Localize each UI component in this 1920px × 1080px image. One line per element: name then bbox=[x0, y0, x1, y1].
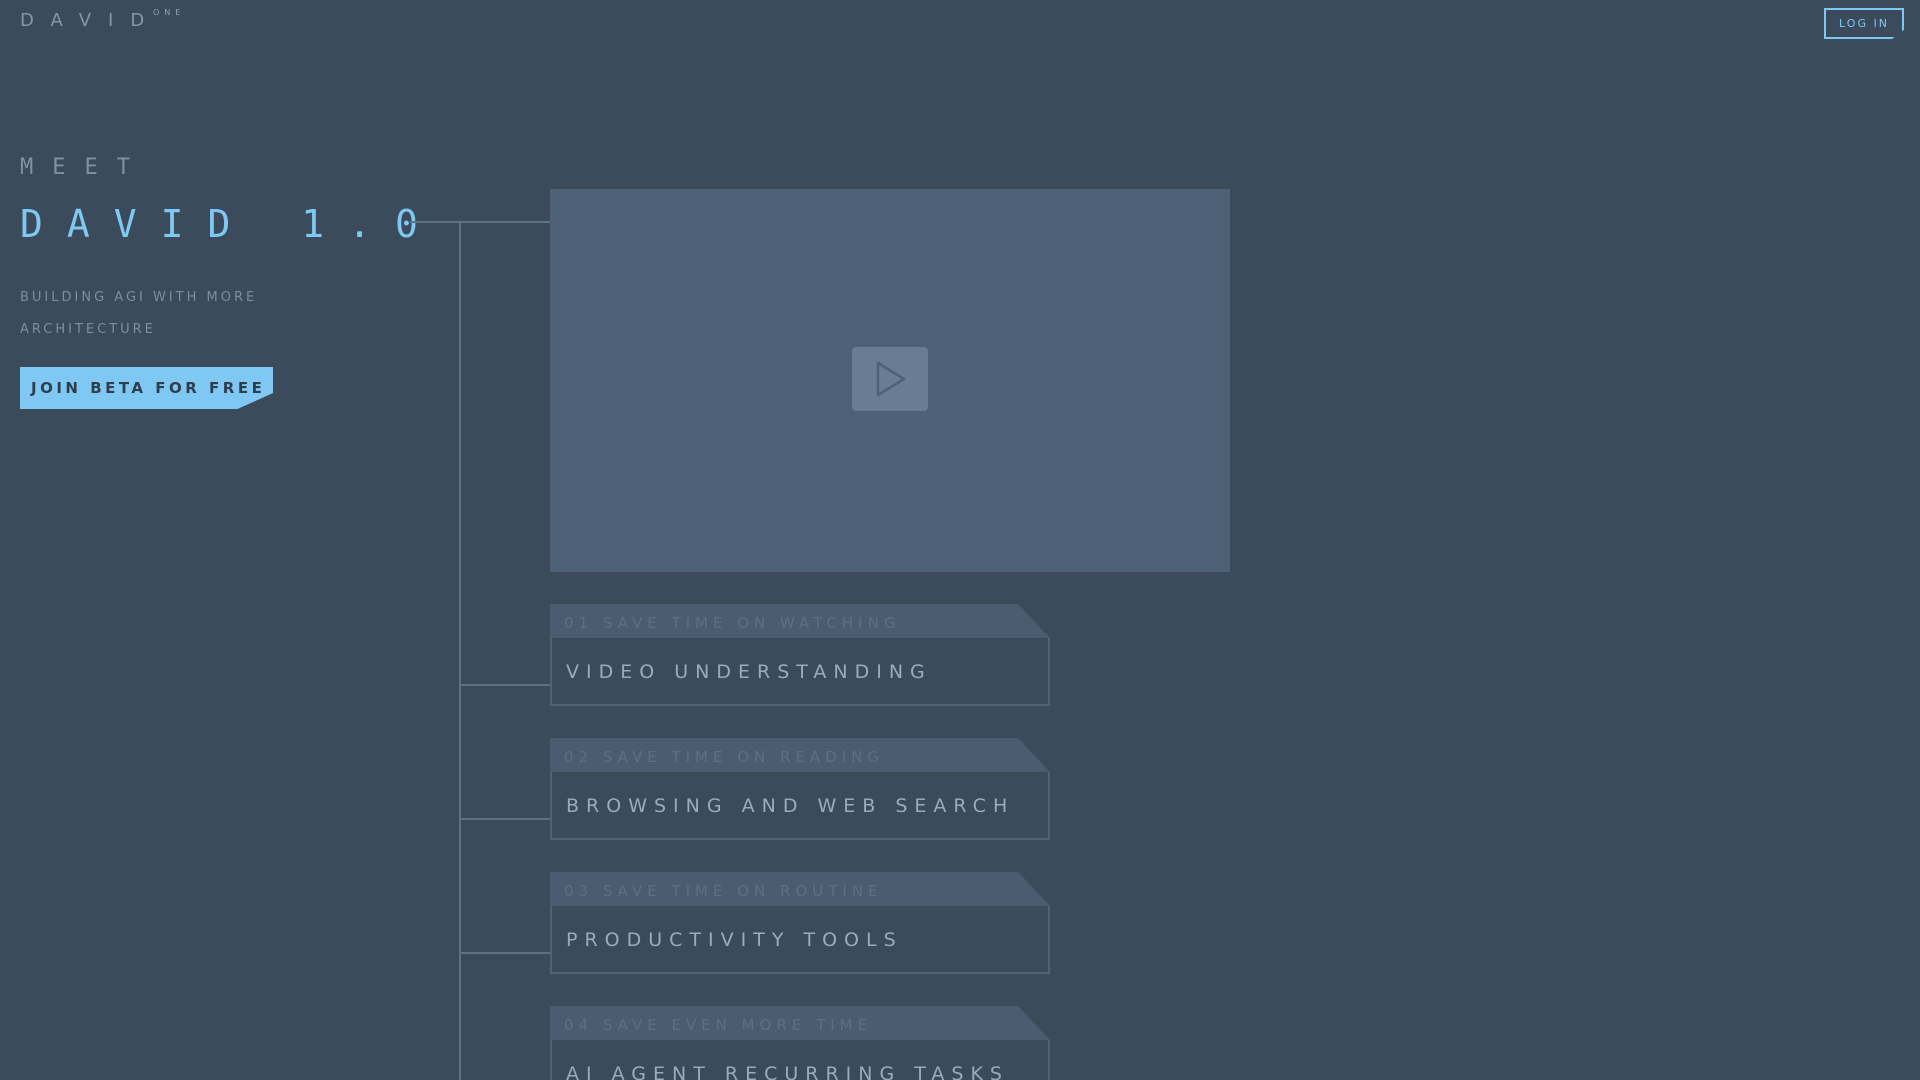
feature-card-header: 04 SAVE EVEN MORE TIME bbox=[550, 1006, 1050, 1040]
logo-text: DAVID bbox=[20, 10, 162, 31]
feature-card[interactable]: 02 SAVE TIME ON READING BROWSING AND WEB… bbox=[550, 738, 1050, 840]
connector-title-line bbox=[410, 221, 550, 223]
hero-title: DAVID 1.0 bbox=[20, 202, 442, 246]
feature-card-title: BROWSING AND WEB SEARCH bbox=[566, 795, 1015, 817]
feature-card-body: BROWSING AND WEB SEARCH bbox=[550, 772, 1050, 840]
join-beta-button[interactable]: JOIN BETA FOR FREE bbox=[20, 367, 273, 409]
play-button[interactable] bbox=[852, 347, 928, 411]
video-player[interactable] bbox=[550, 189, 1230, 572]
feature-card-body: VIDEO UNDERSTANDING bbox=[550, 638, 1050, 706]
feature-card-title: PRODUCTIVITY TOOLS bbox=[566, 929, 903, 951]
feature-card-title: AI AGENT RECURRING TASKS bbox=[566, 1063, 1009, 1080]
connector-branch-1 bbox=[459, 684, 550, 686]
hero-tagline: BUILDING AGI WITH MORE ARCHITECTURE bbox=[20, 282, 340, 346]
connector-branch-2 bbox=[459, 818, 550, 820]
feature-card-label: 04 SAVE EVEN MORE TIME bbox=[564, 1016, 873, 1034]
login-button[interactable]: LOG IN bbox=[1824, 8, 1904, 39]
feature-card-header: 03 SAVE TIME ON ROUTINE bbox=[550, 872, 1050, 906]
feature-card-header: 02 SAVE TIME ON READING bbox=[550, 738, 1050, 772]
feature-card-label: 03 SAVE TIME ON ROUTINE bbox=[564, 882, 883, 900]
connector-branch-3 bbox=[459, 952, 550, 954]
hero-tagline-line2: ARCHITECTURE bbox=[20, 322, 156, 337]
feature-card-label: 01 SAVE TIME ON WATCHING bbox=[564, 614, 901, 632]
feature-card-title: VIDEO UNDERSTANDING bbox=[566, 661, 932, 683]
play-icon bbox=[876, 361, 906, 397]
feature-card-label: 02 SAVE TIME ON READING bbox=[564, 748, 885, 766]
feature-card-body: PRODUCTIVITY TOOLS bbox=[550, 906, 1050, 974]
logo[interactable]: DAVID ONE bbox=[20, 8, 180, 31]
hero-tagline-line1: BUILDING AGI WITH MORE bbox=[20, 290, 258, 305]
hero-meet-label: MEET bbox=[20, 155, 149, 180]
feature-card[interactable]: 01 SAVE TIME ON WATCHING VIDEO UNDERSTAN… bbox=[550, 604, 1050, 706]
feature-card[interactable]: 04 SAVE EVEN MORE TIME AI AGENT RECURRIN… bbox=[550, 1006, 1050, 1080]
feature-card-body: AI AGENT RECURRING TASKS bbox=[550, 1040, 1050, 1080]
feature-card[interactable]: 03 SAVE TIME ON ROUTINE PRODUCTIVITY TOO… bbox=[550, 872, 1050, 974]
logo-superscript: ONE bbox=[153, 8, 186, 17]
feature-card-header: 01 SAVE TIME ON WATCHING bbox=[550, 604, 1050, 638]
